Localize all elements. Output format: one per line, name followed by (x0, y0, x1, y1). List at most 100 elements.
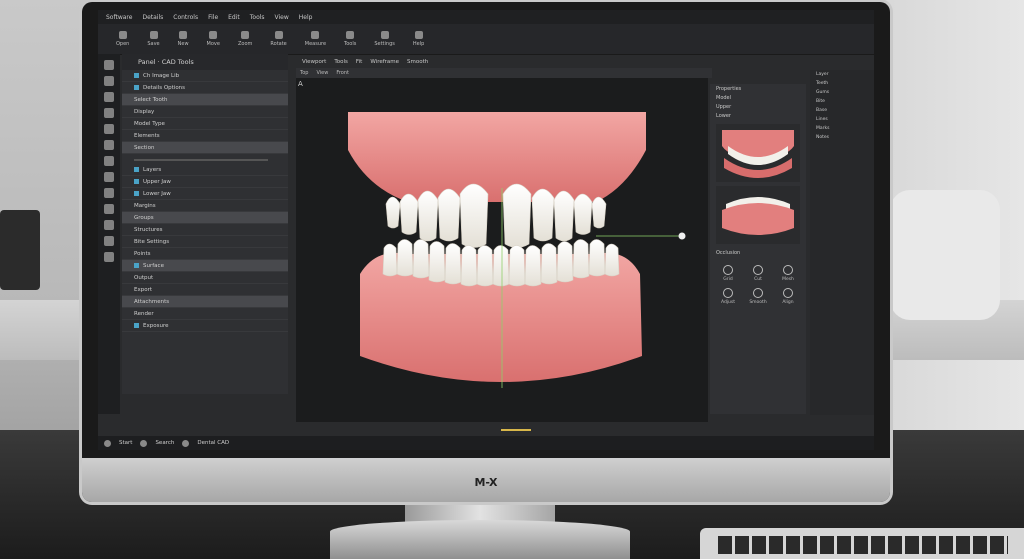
list-item[interactable]: Ch Image Lib (122, 70, 288, 82)
list-item[interactable]: Exposure (122, 320, 288, 332)
view-button[interactable]: View (316, 70, 328, 76)
list-item[interactable]: Properties (710, 84, 806, 93)
list-item[interactable]: Lower (710, 111, 806, 120)
tool-button[interactable]: Align (776, 288, 800, 305)
list-item[interactable]: Gums (810, 88, 874, 97)
layer-panel: Layer Teeth Gums Bite Base Lines Marks N… (810, 70, 874, 415)
list-item[interactable]: Details Options (122, 82, 288, 94)
layer-tool-icon[interactable] (104, 172, 114, 182)
list-item[interactable]: Layers (122, 164, 288, 176)
app-icon[interactable] (182, 439, 190, 447)
taskbar-item[interactable]: Search (155, 440, 174, 446)
toolbar-button[interactable]: Move (207, 31, 220, 47)
scale-tool-icon[interactable] (104, 140, 114, 150)
toolbar-button[interactable]: Measure (305, 31, 326, 47)
taskbar-item[interactable]: Dental CAD (197, 440, 229, 446)
menu-item[interactable]: Details (142, 14, 163, 21)
toolbar-button[interactable]: Settings (374, 31, 395, 47)
list-item[interactable]: Bite Settings (122, 236, 288, 248)
tab[interactable]: Wireframe (370, 59, 399, 65)
grid-tool-icon[interactable] (104, 188, 114, 198)
tool-button[interactable]: Adjust (716, 288, 740, 305)
gear-icon[interactable] (104, 236, 114, 246)
tool-button[interactable]: Smooth (746, 288, 770, 305)
upper-arch-thumbnail[interactable] (716, 124, 800, 182)
list-item[interactable]: Render (122, 308, 288, 320)
monitor: Software Details Controls File Edit Tool… (82, 2, 890, 502)
tab[interactable]: Fit (356, 59, 362, 65)
list-item[interactable]: Points (122, 248, 288, 260)
list-item[interactable]: Lower Jaw (122, 188, 288, 200)
tab[interactable]: Tools (334, 59, 348, 65)
cut-tool-icon[interactable] (104, 92, 114, 102)
ruler-icon (311, 31, 320, 39)
background-object (0, 210, 40, 290)
list-item[interactable]: Model (710, 93, 806, 102)
3d-viewport[interactable] (296, 78, 708, 422)
view-button[interactable]: Top (300, 70, 308, 76)
export-tool-icon[interactable] (104, 252, 114, 262)
menu-item[interactable]: Help (299, 14, 313, 21)
start-icon[interactable] (104, 439, 111, 447)
menu-item[interactable]: View (275, 14, 289, 21)
list-item[interactable]: Margins (122, 200, 288, 212)
toolbar-button[interactable]: Save (147, 31, 160, 47)
adjust-icon (723, 288, 733, 298)
list-item[interactable]: Layer (810, 70, 874, 79)
list-item[interactable]: Groups (122, 212, 288, 224)
lower-arch-thumbnail[interactable] (716, 186, 800, 244)
search-icon[interactable] (140, 439, 148, 447)
list-item[interactable]: Bite (810, 97, 874, 106)
list-item[interactable]: Base (810, 106, 874, 115)
list-item[interactable]: Lines (810, 115, 874, 124)
menu-item[interactable]: Controls (173, 14, 198, 21)
list-item[interactable]: Output (122, 272, 288, 284)
menu-item[interactable]: Edit (228, 14, 240, 21)
tab[interactable]: Smooth (407, 59, 428, 65)
list-item[interactable]: Model Type (122, 118, 288, 130)
folder-icon (118, 31, 127, 39)
list-item[interactable]: Upper Jaw (122, 176, 288, 188)
view-button[interactable]: Front (336, 70, 349, 76)
list-item[interactable]: Upper (710, 102, 806, 111)
list-item[interactable]: Surface (122, 260, 288, 272)
rotate-tool-icon[interactable] (104, 124, 114, 134)
taskbar-item[interactable]: Start (119, 440, 132, 446)
tool-button[interactable]: Mesh (776, 265, 800, 282)
menu-item[interactable]: File (208, 14, 218, 21)
tool-rail (98, 54, 120, 414)
list-item[interactable]: Elements (122, 130, 288, 142)
list-item[interactable]: Attachments (122, 296, 288, 308)
save-icon (149, 31, 158, 39)
list-item[interactable]: Occlusion (710, 248, 806, 257)
toolbar-button[interactable]: Help (413, 31, 424, 47)
toolbar-button[interactable]: Zoom (238, 31, 252, 47)
close-tool-icon[interactable] (104, 220, 114, 230)
light-tool-icon[interactable] (104, 204, 114, 214)
toolbar-button[interactable]: Open (116, 31, 129, 47)
toolbar-button[interactable]: Rotate (270, 31, 287, 47)
list-item[interactable]: Export (122, 284, 288, 296)
brush-tool-icon[interactable] (104, 76, 114, 86)
list-item[interactable]: Marks (810, 124, 874, 133)
menu-item[interactable]: Software (106, 14, 132, 21)
list-item[interactable]: Notes (810, 133, 874, 142)
tab[interactable]: Viewport (302, 59, 326, 65)
toolbar-button[interactable]: New (178, 31, 189, 47)
folder-icon (134, 73, 139, 78)
viewport-tabs: Viewport Tools Fit Wireframe Smooth (296, 56, 714, 68)
opacity-slider[interactable] (122, 154, 288, 164)
menu-item[interactable]: Tools (250, 14, 265, 21)
taskbar: Start Search Dental CAD (98, 436, 874, 450)
tool-button[interactable]: Cut (746, 265, 770, 282)
tool-button[interactable]: Grid (716, 265, 740, 282)
list-item[interactable]: Section (122, 142, 288, 154)
move-tool-icon[interactable] (104, 108, 114, 118)
list-item[interactable]: Display (122, 106, 288, 118)
select-tool-icon[interactable] (104, 60, 114, 70)
measure-tool-icon[interactable] (104, 156, 114, 166)
list-item[interactable]: Teeth (810, 79, 874, 88)
list-item[interactable]: Select Tooth (122, 94, 288, 106)
toolbar-button[interactable]: Tools (344, 31, 356, 47)
list-item[interactable]: Structures (122, 224, 288, 236)
